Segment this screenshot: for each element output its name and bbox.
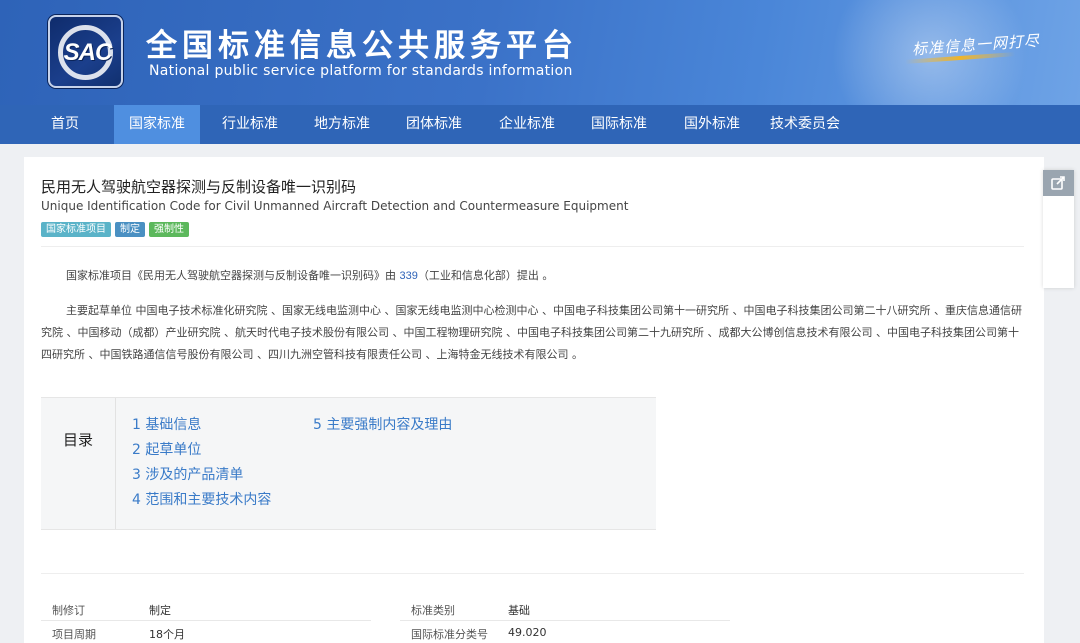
toc-item-scope[interactable]: 4 范围和主要技术内容: [132, 489, 271, 509]
nav-item-committee[interactable]: 技术委员会: [760, 105, 850, 144]
proposal-paragraph: 国家标准项目《民用无人驾驶航空器探测与反制设备唯一识别码》由 339（工业和信息…: [41, 265, 1026, 287]
info-key: 项目周期: [52, 628, 96, 641]
tag-mandatory: 强制性: [149, 222, 189, 237]
nav-item-national[interactable]: 国家标准: [114, 105, 200, 144]
proposal-committee-link[interactable]: 339: [400, 270, 418, 282]
tag-type: 制定: [115, 222, 145, 237]
site-title-cn: 全国标准信息公共服务平台: [146, 28, 578, 64]
toc-item-drafters[interactable]: 2 起草单位: [132, 439, 201, 459]
toc-item-mandatory[interactable]: 5 主要强制内容及理由: [313, 414, 452, 434]
nav-item-local[interactable]: 地方标准: [300, 105, 384, 144]
info-key: 标准类别: [411, 604, 455, 617]
divider: [41, 246, 1024, 247]
row-divider: [400, 620, 730, 621]
proposal-text: 国家标准项目《民用无人驾驶航空器探测与反制设备唯一识别码》由: [66, 269, 396, 282]
toc-label: 目录: [41, 398, 116, 529]
main-nav: 首页 国家标准 行业标准 地方标准 团体标准 企业标准 国际标准 国外标准 技术…: [0, 105, 1080, 144]
info-value: 49.020: [508, 626, 547, 639]
nav-item-international[interactable]: 国际标准: [577, 105, 661, 144]
share-button[interactable]: [1043, 170, 1074, 196]
share-icon: [1051, 176, 1065, 190]
toc-item-basic-info[interactable]: 1 基础信息: [132, 414, 201, 434]
info-key: 制修订: [52, 604, 85, 617]
nav-item-industry[interactable]: 行业标准: [208, 105, 292, 144]
info-value: 18个月: [149, 628, 185, 641]
drafters-paragraph: 主要起草单位 中国电子技术标准化研究院 、国家无线电监测中心 、国家无线电监测中…: [41, 304, 1022, 361]
logo-text: SAC: [63, 39, 113, 66]
info-key: 国际标准分类号: [411, 628, 488, 641]
table-of-contents: 目录 1 基础信息 2 起草单位 3 涉及的产品清单 4 范围和主要技术内容 5…: [41, 397, 656, 530]
sac-logo[interactable]: SAC: [48, 15, 123, 88]
side-toolbar: [1043, 170, 1074, 288]
standard-detail-panel: 民用无人驾驶航空器探测与反制设备唯一识别码 Unique Identificat…: [24, 157, 1044, 643]
nav-item-foreign[interactable]: 国外标准: [670, 105, 754, 144]
standard-title: 民用无人驾驶航空器探测与反制设备唯一识别码: [41, 178, 357, 196]
standard-title-en: Unique Identification Code for Civil Unm…: [41, 199, 629, 213]
nav-item-enterprise[interactable]: 企业标准: [485, 105, 569, 144]
nav-item-group[interactable]: 团体标准: [392, 105, 476, 144]
site-header: SAC 全国标准信息公共服务平台 National public service…: [0, 0, 1080, 105]
tag-project: 国家标准项目: [41, 222, 111, 237]
info-value: 制定: [149, 604, 171, 617]
info-value: 基础: [508, 604, 530, 617]
divider: [41, 573, 1024, 574]
proposal-text-end: （工业和信息化部）提出 。: [417, 269, 554, 282]
site-title-en: National public service platform for sta…: [149, 63, 573, 79]
nav-item-home[interactable]: 首页: [30, 105, 100, 144]
toc-item-products[interactable]: 3 涉及的产品清单: [132, 464, 243, 484]
row-divider: [41, 620, 371, 621]
standard-tags: 国家标准项目 制定 强制性: [41, 217, 193, 237]
